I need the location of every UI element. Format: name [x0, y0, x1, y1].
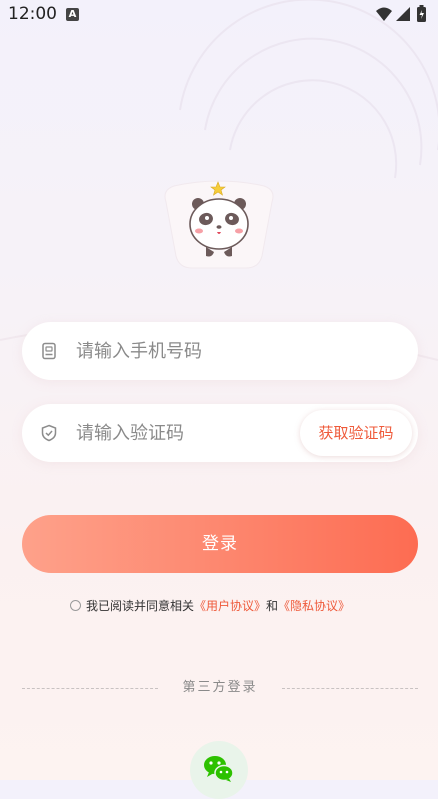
- phone-input[interactable]: [76, 322, 296, 380]
- privacy-policy-link[interactable]: 《隐私协议》: [278, 599, 350, 613]
- app-logo: [164, 180, 274, 269]
- third-party-divider: 第三方登录: [22, 678, 418, 698]
- agreement-conjunction: 和: [266, 599, 279, 613]
- divider-line-right: [282, 688, 418, 689]
- signal-icon: [396, 7, 410, 21]
- verification-code-field: 获取验证码: [22, 404, 418, 462]
- notification-badge: A: [66, 8, 79, 21]
- shield-icon: [41, 424, 57, 442]
- status-time: 12:00: [8, 4, 57, 24]
- agreement-prefix: 我已阅读并同意相关: [86, 599, 195, 613]
- get-code-button[interactable]: 获取验证码: [300, 410, 412, 456]
- agreement: 我已阅读并同意相关《用户协议》和《隐私协议》: [70, 597, 350, 615]
- wechat-login-button[interactable]: [190, 741, 248, 799]
- status-icons: [376, 5, 426, 22]
- login-button[interactable]: 登录: [22, 515, 418, 573]
- phone-field: [22, 322, 418, 380]
- status-bar: 12:00 A: [0, 0, 438, 30]
- agreement-checkbox[interactable]: [70, 600, 81, 611]
- battery-icon: [417, 5, 426, 22]
- wechat-icon: [204, 756, 234, 782]
- wifi-icon: [376, 7, 392, 21]
- phone-icon: [42, 342, 56, 360]
- user-agreement-link[interactable]: 《用户协议》: [194, 599, 266, 613]
- verification-code-input[interactable]: [76, 404, 296, 462]
